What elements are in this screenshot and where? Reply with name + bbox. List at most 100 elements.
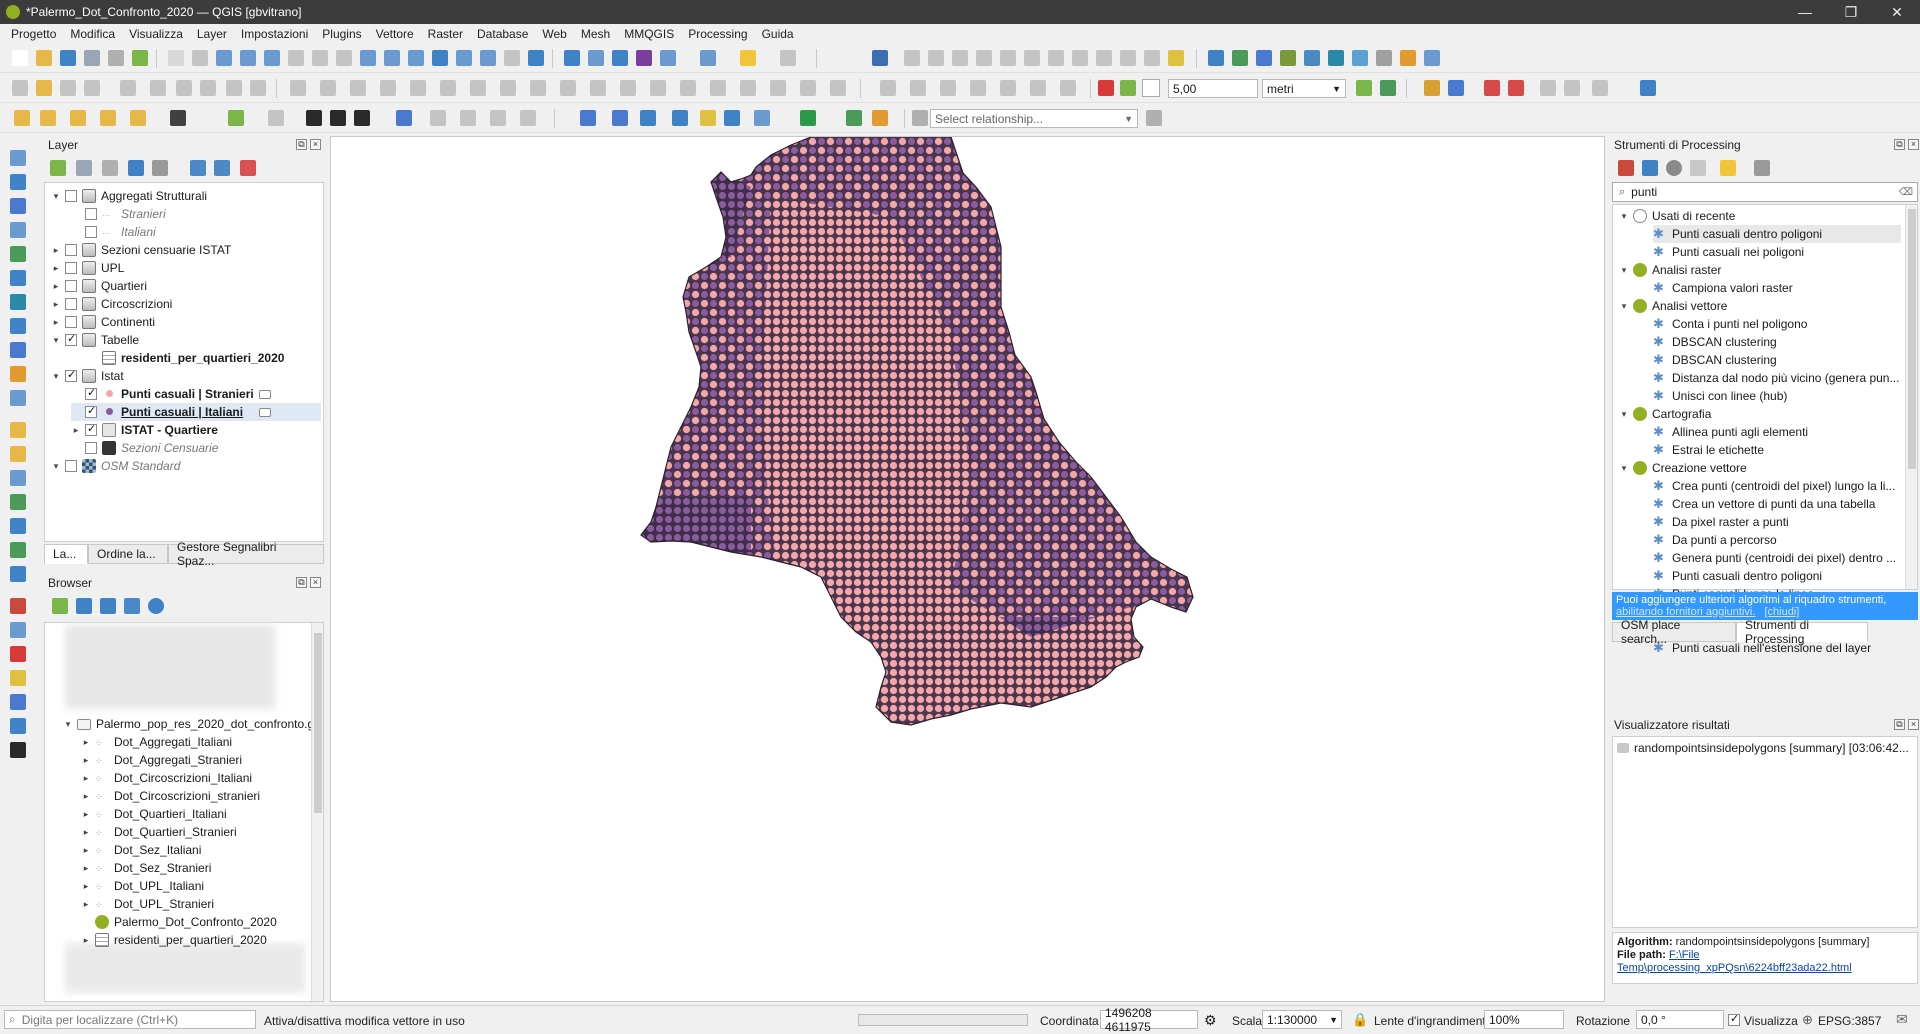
- models-icon[interactable]: [1618, 160, 1634, 176]
- data-source-icon[interactable]: [10, 542, 26, 558]
- menu-raster[interactable]: Raster: [421, 27, 470, 41]
- maximize-button[interactable]: ❐: [1828, 4, 1874, 21]
- pan-to-selection-icon[interactable]: [192, 50, 208, 66]
- move-feature-icon[interactable]: [612, 110, 628, 126]
- algorithm-item[interactable]: ✱ Campiona valori raster: [1653, 279, 1793, 297]
- statistics-icon[interactable]: [636, 50, 652, 66]
- map-tips-icon[interactable]: [740, 50, 756, 66]
- plugin-p-icon[interactable]: [1564, 80, 1580, 96]
- align-right-icon[interactable]: [952, 50, 968, 66]
- messages-icon[interactable]: ✉: [1896, 1011, 1908, 1028]
- menu-impostazioni[interactable]: Impostazioni: [234, 27, 315, 41]
- open-project-icon[interactable]: [36, 50, 52, 66]
- plugin-o-icon[interactable]: [1540, 80, 1556, 96]
- filter-icon[interactable]: [128, 160, 144, 176]
- chevron-down-icon[interactable]: ▾: [1619, 265, 1629, 276]
- chevron-right-icon[interactable]: ▸: [81, 845, 91, 856]
- layer-item[interactable]: ▸ Continenti: [51, 313, 155, 331]
- browser-item[interactable]: ▸ ⁘ Dot_UPL_Stranieri: [81, 895, 214, 913]
- undo-icon[interactable]: [226, 80, 242, 96]
- zoom-selected-icon[interactable]: [1030, 80, 1046, 96]
- scale-field[interactable]: 1:130000 ▼: [1262, 1010, 1342, 1029]
- info-icon[interactable]: [148, 598, 164, 614]
- chevron-right-icon[interactable]: ▸: [81, 755, 91, 766]
- processing-icon[interactable]: [612, 50, 628, 66]
- add-raster-icon[interactable]: [40, 110, 56, 126]
- pin-labels-icon[interactable]: [320, 80, 336, 96]
- add-delimited-icon[interactable]: [70, 110, 86, 126]
- float-panel-button[interactable]: ⧉: [1894, 139, 1905, 150]
- filter-icon[interactable]: [100, 598, 116, 614]
- plugin-q-icon[interactable]: [1592, 80, 1608, 96]
- chevron-down-icon[interactable]: ▾: [51, 335, 61, 346]
- plugin-k-icon[interactable]: [1424, 80, 1440, 96]
- new-project-icon[interactable]: [12, 50, 28, 66]
- filter-selected-icon[interactable]: [1060, 80, 1076, 96]
- minimize-button[interactable]: —: [1782, 4, 1828, 20]
- data-source-icon[interactable]: [10, 470, 26, 486]
- scrollbar-thumb[interactable]: [314, 633, 322, 813]
- deselect-icon[interactable]: [940, 80, 956, 96]
- browser-item[interactable]: ▸ residenti_per_quartieri_2020: [81, 931, 267, 949]
- save-project-icon[interactable]: [60, 50, 76, 66]
- change-label-icon[interactable]: [440, 80, 456, 96]
- layer-visibility-checkbox[interactable]: [85, 442, 97, 454]
- invert-icon[interactable]: [1000, 80, 1016, 96]
- chevron-right-icon[interactable]: ▸: [81, 899, 91, 910]
- data-source-icon[interactable]: [10, 422, 26, 438]
- check-edit-icon[interactable]: [872, 110, 888, 126]
- chevron-down-icon[interactable]: ▾: [1619, 409, 1629, 420]
- vertex-editor-icon[interactable]: [396, 110, 412, 126]
- current-edits-icon[interactable]: [12, 80, 28, 96]
- chevron-down-icon[interactable]: ▾: [1619, 463, 1629, 474]
- save-edits-icon[interactable]: [60, 80, 76, 96]
- show-labels-icon[interactable]: [350, 80, 366, 96]
- unlock-icon[interactable]: [1096, 50, 1112, 66]
- menu-mmqgis[interactable]: MMQGIS: [617, 27, 681, 41]
- layer-item[interactable]: ▸ ISTAT - Quartiere: [71, 421, 218, 439]
- menu-progetto[interactable]: Progetto: [4, 27, 63, 41]
- zoom-last-icon[interactable]: [360, 50, 376, 66]
- filepath-link-2[interactable]: Temp\processing_xpPQsn\6224bff23ada22.ht…: [1617, 962, 1852, 974]
- plugin-e-icon[interactable]: [1304, 50, 1320, 66]
- provider-group[interactable]: ▾ Usati di recente: [1619, 207, 1735, 225]
- layer-item[interactable]: ▸ UPL: [51, 259, 124, 277]
- layer-visibility-checkbox[interactable]: [65, 368, 77, 382]
- crs-globe-icon[interactable]: ⊕: [1802, 1012, 1813, 1028]
- plugin-t-icon[interactable]: [460, 110, 476, 126]
- float-panel-button[interactable]: ⧉: [296, 139, 307, 150]
- data-source-icon[interactable]: [10, 446, 26, 462]
- relationship-icon-icon[interactable]: [912, 110, 928, 126]
- plugin-d-icon[interactable]: [1280, 50, 1296, 66]
- new-3d-view-icon[interactable]: [432, 50, 448, 66]
- data-source-icon[interactable]: [10, 198, 26, 214]
- align-left-icon[interactable]: [904, 50, 920, 66]
- chevron-down-icon[interactable]: ▾: [1619, 301, 1629, 312]
- trim-icon[interactable]: [830, 80, 846, 96]
- group-icon[interactable]: [1024, 50, 1040, 66]
- browser-item[interactable]: ▸ ⁘ Dot_Circoscrizioni_Italiani: [81, 769, 252, 787]
- scale-feature-icon[interactable]: [672, 110, 688, 126]
- remove-layer-icon[interactable]: [240, 160, 256, 176]
- text-annotation-icon[interactable]: [754, 110, 770, 126]
- reshape-icon[interactable]: [770, 80, 786, 96]
- relationship-search-icon[interactable]: [1146, 110, 1162, 126]
- snap-all-layers-icon[interactable]: [1120, 80, 1136, 96]
- align-center-icon[interactable]: [928, 50, 944, 66]
- data-source-icon[interactable]: [10, 718, 26, 734]
- ungroup-icon[interactable]: [1048, 50, 1064, 66]
- chevron-down-icon[interactable]: ▾: [1619, 211, 1629, 222]
- menu-guida[interactable]: Guida: [755, 27, 801, 41]
- refresh-icon[interactable]: [528, 50, 544, 66]
- collapse-all-icon[interactable]: [124, 598, 140, 614]
- zoom-native-icon[interactable]: [336, 50, 352, 66]
- browser-scrollbar[interactable]: [311, 623, 323, 1001]
- data-source-icon[interactable]: [10, 342, 26, 358]
- chevron-right-icon[interactable]: ▸: [51, 281, 61, 292]
- zoom-selection-icon[interactable]: [288, 50, 304, 66]
- filter-expression-icon[interactable]: [152, 160, 168, 176]
- add-group-icon[interactable]: [76, 160, 92, 176]
- menu-web[interactable]: Web: [535, 27, 573, 41]
- topological-editing-icon[interactable]: [1356, 80, 1372, 96]
- refresh-icon[interactable]: [76, 598, 92, 614]
